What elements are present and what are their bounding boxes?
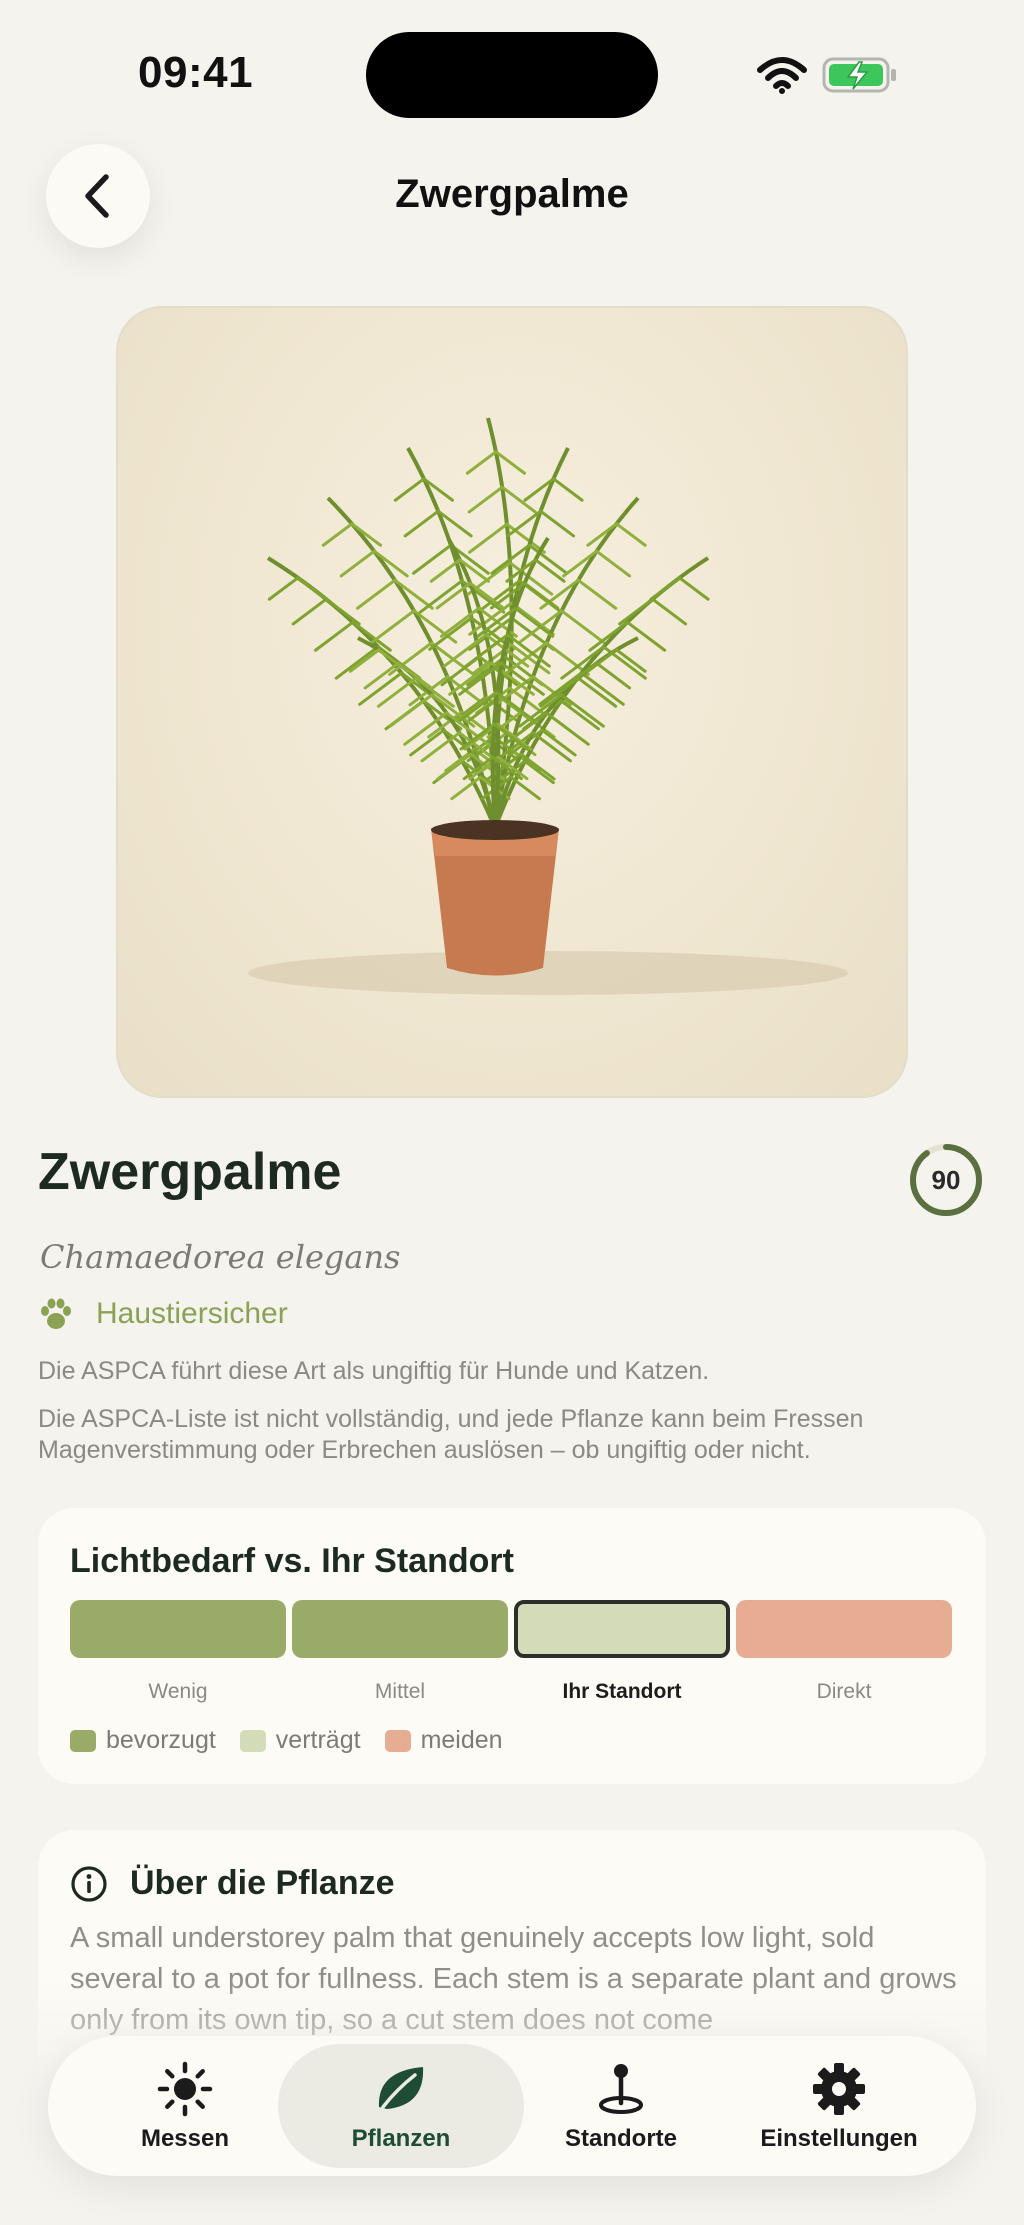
tab-einstellungen[interactable]: Einstellungen (716, 2044, 962, 2168)
plant-photo (116, 306, 908, 1098)
botanical-name: Chamaedorea elegans (40, 1238, 401, 1276)
tab-standorte[interactable]: Standorte (498, 2044, 744, 2168)
sun-icon (157, 2061, 213, 2117)
light-label-direkt: Direkt (816, 1680, 872, 1703)
aspca-disclaimer: Die ASPCA-Liste ist nicht vollständig, u… (38, 1405, 864, 1464)
legend-label-avoid: meiden (420, 1726, 503, 1754)
pet-safe-row: Haustiersicher (38, 1296, 288, 1332)
tab-label-messen: Messen (140, 2125, 230, 2152)
dynamic-island (366, 32, 658, 118)
tab-pflanzen[interactable]: Pflanzen (278, 2044, 524, 2168)
legend-swatch-avoid (384, 1729, 411, 1752)
page-title: Zwergpalme (395, 172, 629, 216)
tab-label-pflanzen: Pflanzen (351, 2125, 451, 2152)
light-card-title: Lichtbedarf vs. Ihr Standort (70, 1542, 514, 1580)
legend-swatch-preferred (70, 1729, 96, 1752)
legend-item-preferred: bevorzugt (70, 1726, 216, 1755)
light-segment-direkt (736, 1600, 952, 1658)
light-requirement-card: Lichtbedarf vs. Ihr Standort Wenig Mitte… (38, 1508, 986, 1784)
tab-bar: Messen Pflanzen Standorte Einstellungen (48, 2036, 976, 2176)
aspca-note: Die ASPCA führt diese Art als ungiftig f… (38, 1357, 710, 1385)
legend-item-tolerated: verträgt (239, 1726, 361, 1755)
tab-label-standorte: Standorte (564, 2125, 677, 2152)
legend-label-tolerated: verträgt (275, 1726, 361, 1754)
plant-name: Zwergpalme (38, 1143, 342, 1201)
wifi-icon (757, 57, 807, 94)
score-value: 90 (931, 1164, 961, 1195)
status-time: 09:41 (138, 48, 254, 97)
legend-item-avoid: meiden (384, 1726, 503, 1755)
light-label-mittel: Mittel (374, 1680, 426, 1703)
light-segment-wenig (70, 1600, 286, 1658)
tab-messen[interactable]: Messen (62, 2044, 308, 2168)
legend-label-preferred: bevorzugt (106, 1726, 216, 1754)
tab-label-einstellungen: Einstellungen (760, 2125, 918, 2152)
paw-icon (41, 1298, 71, 1329)
about-header: Über die Pflanze (70, 1864, 395, 1903)
location-pin-icon (599, 2064, 643, 2114)
legend-swatch-tolerated (239, 1729, 266, 1752)
light-segment-mittel (292, 1600, 508, 1658)
light-label-current: Ihr Standort (562, 1680, 682, 1703)
info-icon (71, 1865, 107, 1902)
battery-charging-icon (822, 57, 896, 93)
gear-icon (813, 2063, 865, 2115)
leaf-icon (378, 2067, 424, 2109)
pet-safe-label: Haustiersicher (96, 1297, 288, 1330)
about-title: Über die Pflanze (130, 1864, 395, 1902)
light-label-wenig: Wenig (148, 1680, 208, 1703)
light-segment-current (514, 1600, 730, 1658)
light-legend: bevorzugt verträgt meiden (70, 1726, 527, 1755)
